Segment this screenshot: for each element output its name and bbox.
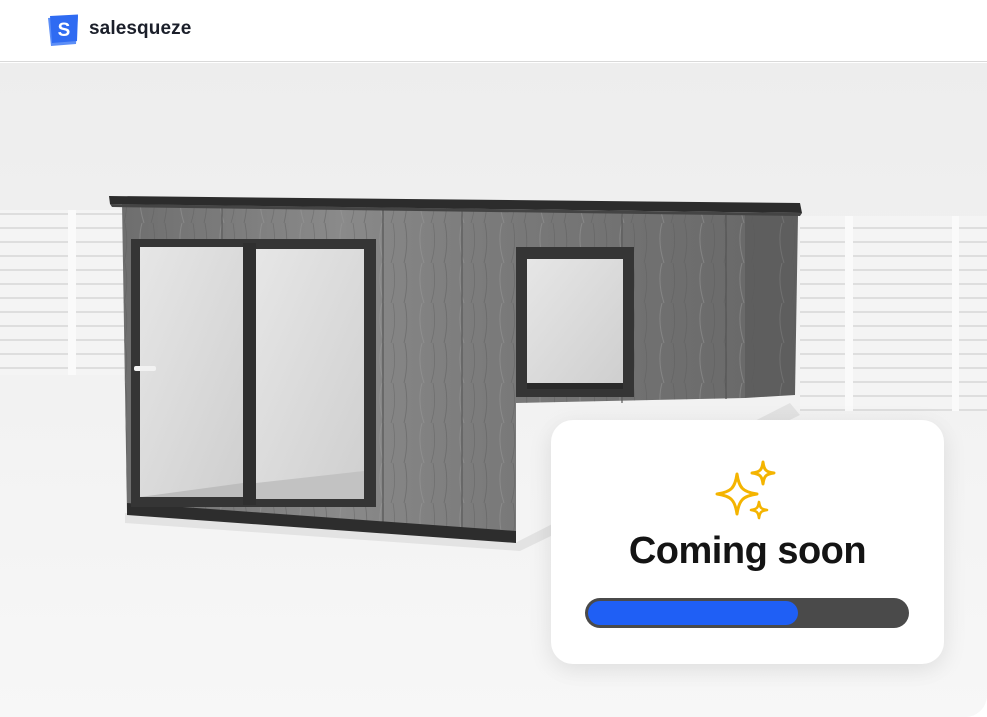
- progress-bar-fill: [588, 601, 798, 625]
- app-window: S salesqueze Coming soon: [0, 0, 987, 717]
- logo-letter: S: [58, 20, 71, 41]
- brand-name: salesqueze: [89, 18, 192, 39]
- progress-bar: [585, 598, 909, 628]
- sparkles-icon: [715, 460, 776, 520]
- coming-soon-card: Coming soon: [551, 420, 944, 664]
- header: S salesqueze: [0, 0, 987, 62]
- model-viewport[interactable]: Coming soon: [0, 63, 987, 717]
- coming-soon-title: Coming soon: [628, 530, 867, 572]
- salesqueze-logo-icon[interactable]: S: [45, 14, 81, 48]
